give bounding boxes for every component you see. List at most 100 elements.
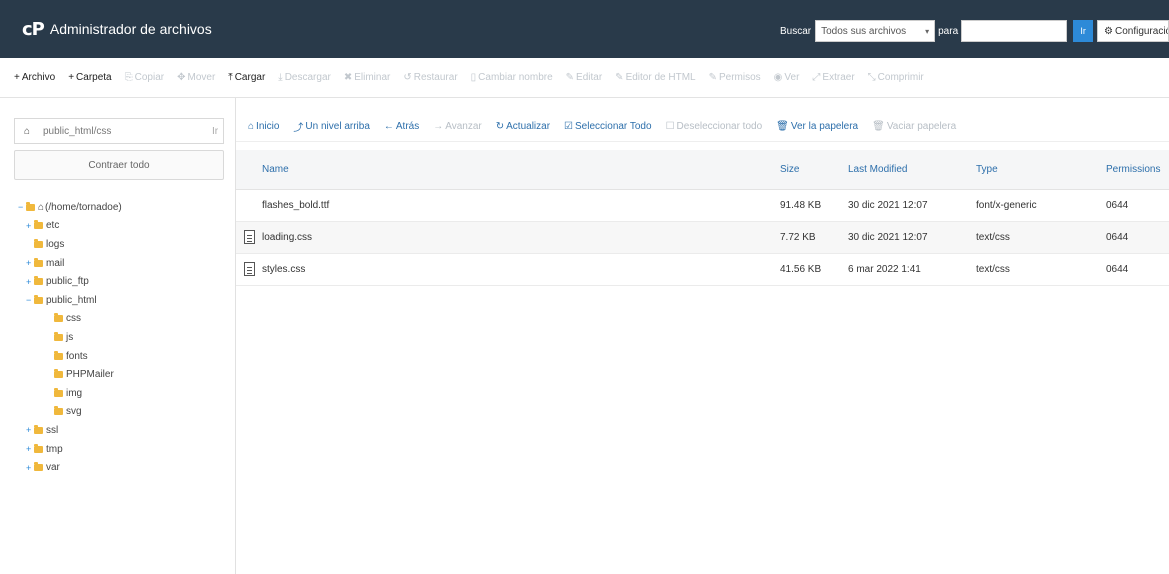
reload-button[interactable]: ↻ Actualizar (496, 121, 550, 132)
toolbar-label: Restaurar (413, 72, 458, 83)
folder-icon (34, 424, 43, 434)
folder-icon (54, 350, 63, 360)
tree-item[interactable]: + ssl (18, 421, 228, 440)
tree-item[interactable]: fonts (18, 347, 228, 366)
file-toolbar: + Archivo + Carpeta ⎘ Copiar ✥ Mover ⤒ Cargar… (0, 58, 1169, 98)
compress-icon: ⤡ (867, 72, 876, 83)
expand-icon[interactable]: + (26, 444, 34, 454)
search-scope-select[interactable]: Todos sus archivos ▾ (815, 20, 936, 42)
checkbox-empty-icon: ☐ (665, 121, 675, 132)
up-one-level-button[interactable]: ⤴ Un nivel arriba (293, 119, 369, 134)
column-header-size[interactable]: Size (780, 164, 799, 175)
tree-item-label: mail (46, 257, 65, 269)
rename-button[interactable]: ▯ Cambiar nombre (471, 72, 553, 83)
file-name: flashes_bold.ttf (262, 200, 330, 211)
cpanel-icon: cP (22, 18, 45, 40)
tree-item-label: fonts (66, 350, 88, 362)
action-label: Seleccionar Todo (575, 121, 652, 132)
for-label: para (938, 25, 959, 37)
toolbar-label: Copiar (134, 72, 165, 83)
tree-item[interactable]: + tmp (18, 440, 228, 459)
settings-label: Configuración (1114, 25, 1168, 37)
column-header-type[interactable]: Type (976, 164, 998, 175)
delete-button[interactable]: ✖ Eliminar (344, 72, 391, 83)
permissions-button[interactable]: ✎ Permisos (709, 72, 761, 83)
file-size: 7.72 KB (780, 232, 816, 243)
collapse-icon[interactable]: − (26, 295, 34, 305)
toolbar-label: Mover (187, 72, 216, 83)
expand-icon[interactable]: + (26, 425, 34, 435)
move-button[interactable]: ✥ Mover (177, 72, 215, 83)
tree-item[interactable]: + public_ftp (18, 272, 228, 291)
path-input[interactable]: public_html/css (39, 126, 207, 137)
delete-icon: ✖ (343, 72, 353, 83)
home-icon[interactable]: ⌂ (15, 126, 39, 137)
tree-item[interactable]: PHPMailer (18, 365, 228, 384)
edit-button[interactable]: ✎ Editar (566, 72, 603, 83)
tree-item-label: ssl (46, 424, 59, 436)
expand-icon[interactable]: + (26, 258, 34, 268)
tree-item[interactable]: + etc (18, 217, 228, 236)
action-label: Avanzar (445, 121, 482, 132)
home-button[interactable]: ⌂ Inicio (248, 121, 279, 132)
text-file-icon (244, 230, 255, 244)
toolbar-label: Editar (576, 72, 603, 83)
column-header-permissions[interactable]: Permissions (1106, 164, 1160, 175)
folder-icon (34, 443, 43, 453)
view-button[interactable]: ◉ Ver (774, 72, 800, 83)
deselect-all-button[interactable]: ☐ Deseleccionar todo (666, 121, 763, 132)
action-label: Atrás (395, 121, 420, 132)
trash-icon: 🗑 (872, 121, 885, 132)
key-icon: ✎ (708, 72, 717, 83)
collapse-icon[interactable]: − (18, 202, 26, 212)
view-trash-button[interactable]: 🗑 Ver la papelera (776, 121, 858, 132)
search-input[interactable] (961, 20, 1068, 42)
compress-button[interactable]: ⤡ Comprimir (868, 72, 924, 83)
column-header-name[interactable]: Name (262, 164, 289, 175)
select-all-button[interactable]: ☑ Seleccionar Todo (564, 121, 652, 132)
cpanel-logo[interactable]: cP Administrador de archivos (22, 19, 212, 40)
table-row[interactable]: styles.css 41.56 KB 6 mar 2022 1:41 text… (236, 254, 1169, 286)
expand-icon[interactable]: + (26, 277, 34, 287)
file-permissions: 0644 (1106, 232, 1129, 243)
new-folder-button[interactable]: + Carpeta (68, 72, 111, 83)
extract-button[interactable]: ⤢ Extraer (812, 72, 854, 83)
search-go-button[interactable]: Ir (1073, 20, 1094, 42)
tree-item-label: logs (46, 238, 65, 250)
back-button[interactable]: ← Atrás (384, 121, 419, 132)
tree-item[interactable]: css (18, 310, 228, 329)
new-file-button[interactable]: + Archivo (14, 72, 55, 83)
tree-item-label: js (66, 331, 74, 343)
gear-icon: ⚙ (1104, 25, 1113, 37)
tree-item[interactable]: logs (18, 235, 228, 254)
tree-item[interactable]: svg (18, 403, 228, 422)
table-row[interactable]: loading.css 7.72 KB 30 dic 2021 12:07 te… (236, 222, 1169, 254)
expand-icon[interactable]: + (26, 463, 34, 473)
download-button[interactable]: ⤓ Descargar (278, 72, 331, 83)
empty-trash-button[interactable]: 🗑 Vaciar papelera (872, 121, 956, 132)
arrow-left-icon: ← (383, 121, 394, 132)
tree-item[interactable]: − public_html (18, 291, 228, 310)
chevron-down-icon: ▾ (925, 26, 930, 36)
folder-icon (34, 276, 43, 286)
tree-item[interactable]: + var (18, 458, 228, 477)
file-table: Name Size Last Modified Type Permissions… (236, 150, 1169, 286)
path-go-button[interactable]: Ir (207, 126, 223, 137)
tree-item[interactable]: + mail (18, 254, 228, 273)
upload-button[interactable]: ⤒ Cargar (228, 72, 265, 83)
copy-button[interactable]: ⎘ Copiar (125, 72, 164, 83)
restore-button[interactable]: ↺ Restaurar (403, 72, 457, 83)
expand-icon[interactable]: + (26, 221, 34, 231)
html-editor-button[interactable]: ✎ Editor de HTML (615, 72, 695, 83)
expand-icon: ⤢ (812, 72, 821, 83)
tree-item[interactable]: img (18, 384, 228, 403)
forward-button[interactable]: → Avanzar (433, 121, 482, 132)
column-header-last-modified[interactable]: Last Modified (848, 164, 907, 175)
folder-icon (54, 406, 63, 416)
settings-button[interactable]: ⚙ Configuración (1097, 20, 1169, 42)
tree-item[interactable]: − ⌂ (/home/tornadoe) (18, 198, 228, 217)
tree-item[interactable]: js (18, 328, 228, 347)
collapse-all-button[interactable]: Contraer todo (14, 150, 224, 180)
file-type: text/css (976, 264, 1010, 275)
table-row[interactable]: flashes_bold.ttf 91.48 KB 30 dic 2021 12… (236, 190, 1169, 222)
